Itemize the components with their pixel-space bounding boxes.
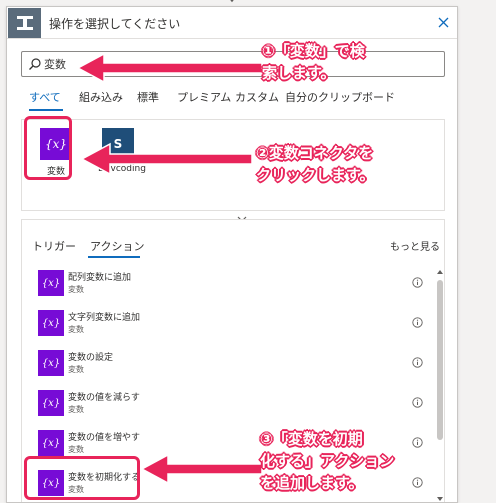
annotation-step1: ①「変数」で検 索します。 — [262, 40, 365, 84]
active-tab-indicator — [88, 256, 140, 258]
action-name: 変数の値を増やす — [68, 433, 141, 443]
action-connector-name: 変数 — [68, 405, 84, 414]
tab-triggers[interactable]: トリガー — [32, 238, 76, 254]
devcoding-connector-icon: S — [102, 128, 134, 160]
panel-title: 操作を選択してください — [49, 17, 181, 31]
info-icon[interactable] — [412, 357, 423, 368]
annotation-line: ①「変数」で検 — [262, 42, 365, 60]
tab-built-in[interactable]: 組み込み — [79, 89, 123, 105]
action-item[interactable]: {x} 変数の値を減らす 変数 — [32, 384, 428, 422]
action-item[interactable]: {x} 文字列変数に追加 変数 — [32, 304, 428, 342]
action-name: 配列変数に追加 — [68, 273, 132, 283]
search-box[interactable] — [21, 51, 445, 77]
annotation-line: ②変数コネクタを — [256, 144, 374, 162]
variables-action-icon: {x} — [38, 310, 64, 336]
scroll-up-icon[interactable] — [436, 268, 444, 276]
action-name: 変数の設定 — [68, 353, 114, 363]
action-name: 変数の値を減らす — [68, 393, 140, 403]
annotation-line: 化する」アクション — [260, 452, 395, 470]
action-name: 文字列変数に追加 — [68, 313, 141, 323]
action-connector-name: 変数 — [68, 445, 84, 454]
connector-gallery: {x} 変数 S Devcoding — [21, 119, 445, 222]
action-connector-name: 変数 — [68, 365, 84, 374]
connector-devcoding[interactable]: S Devcoding — [90, 128, 160, 194]
info-icon[interactable] — [412, 277, 423, 288]
connector-step-icon — [8, 8, 41, 38]
tab-my-clipboard[interactable]: 自分のクリップボード — [285, 89, 395, 105]
annotation-line: 索します。 — [262, 64, 336, 82]
tab-actions[interactable]: アクション — [90, 238, 144, 254]
variables-action-icon: {x} — [38, 350, 64, 376]
tab-premium[interactable]: プレミアム — [177, 89, 231, 105]
tab-all[interactable]: すべて — [29, 89, 61, 105]
see-more-link[interactable]: もっと見る — [390, 238, 440, 253]
connector-label: 変数 — [46, 167, 65, 177]
annotation-line: ③「変数を初期 — [260, 430, 363, 448]
variables-action-icon: {x} — [38, 430, 64, 456]
action-connector-name: 変数 — [68, 325, 84, 334]
connector-label: Devcoding — [98, 164, 146, 174]
scrollbar[interactable] — [436, 268, 444, 503]
annotation-step3: ③「変数を初期 化する」アクション を追加します。 — [260, 428, 394, 494]
action-connector-name: 変数 — [68, 285, 84, 294]
tab-standard[interactable]: 標準 — [137, 89, 159, 105]
annotation-line: を追加します。 — [260, 474, 364, 492]
info-icon[interactable] — [412, 437, 423, 448]
active-tab-indicator — [29, 109, 63, 111]
scroll-thumb[interactable] — [437, 280, 443, 440]
variables-action-icon: {x} — [38, 390, 64, 416]
action-name: 変数を初期化する — [68, 473, 141, 483]
panel-header: 操作を選択してください — [7, 7, 457, 39]
annotation-line: クリックします。 — [256, 166, 375, 184]
close-icon — [438, 17, 448, 27]
info-icon[interactable] — [412, 477, 423, 488]
tab-custom[interactable]: カスタム — [235, 89, 279, 105]
connector-variables[interactable]: {x} 変数 — [28, 128, 98, 194]
action-item[interactable]: {x} 変数の設定 変数 — [32, 344, 428, 382]
variables-action-icon: {x} — [38, 470, 64, 496]
action-connector-name: 変数 — [68, 485, 84, 494]
info-icon[interactable] — [412, 317, 423, 328]
search-icon — [29, 58, 41, 70]
variables-action-icon: {x} — [38, 270, 64, 296]
close-button[interactable] — [434, 13, 452, 31]
info-icon[interactable] — [412, 397, 423, 408]
action-item[interactable]: {x} 配列変数に追加 変数 — [32, 264, 428, 302]
variables-connector-icon: {x} — [40, 128, 72, 160]
scroll-down-icon[interactable] — [436, 495, 444, 503]
annotation-step2: ②変数コネクタを クリックします。 — [256, 142, 375, 186]
